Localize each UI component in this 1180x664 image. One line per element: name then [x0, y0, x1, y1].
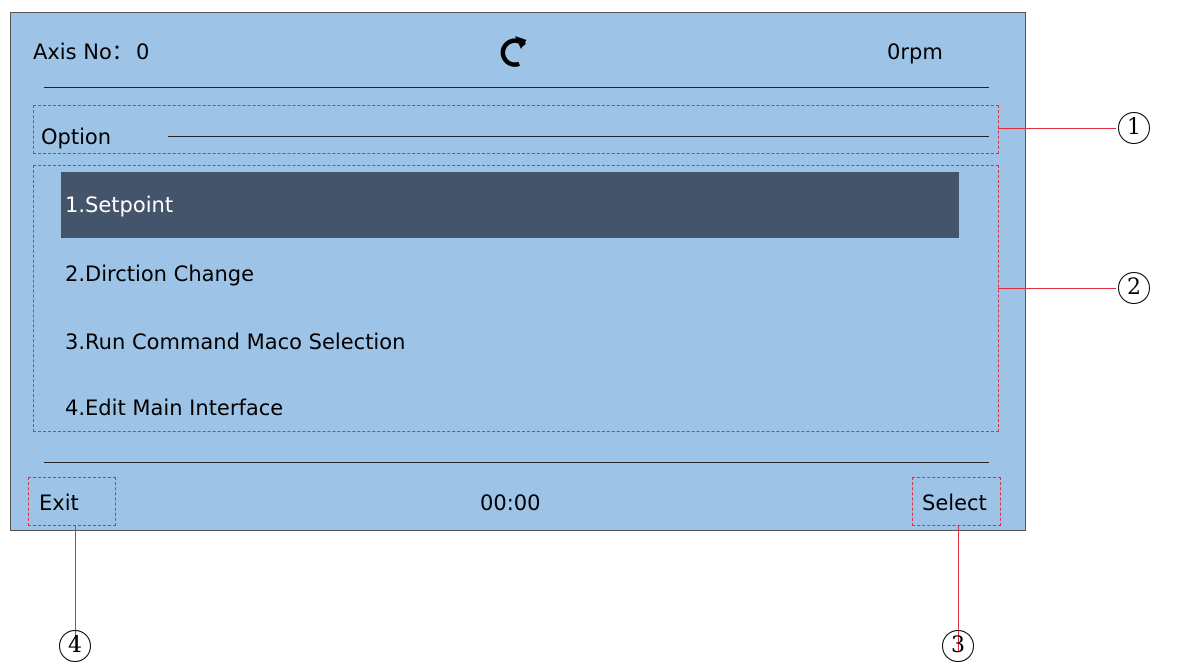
- exit-button[interactable]: Exit: [39, 493, 79, 514]
- option-title: Option: [41, 125, 112, 149]
- callout-1-leader: [998, 128, 1116, 129]
- menu-item-label: 2.Dirction Change: [65, 262, 255, 286]
- device-screen: Axis No： 0 0rpm Option 1.Setpoint 2.Dirc…: [10, 12, 1026, 531]
- axis-number-label: Axis No：: [33, 40, 133, 64]
- axis-number-value: 0: [136, 40, 150, 64]
- option-title-rule: [168, 136, 989, 137]
- clock-readout: 00:00: [480, 491, 541, 515]
- callout-2-leader: [998, 288, 1116, 289]
- menu-item-label: 3.Run Command Maco Selection: [65, 330, 406, 354]
- select-button[interactable]: Select: [922, 493, 987, 514]
- menu-item-edit-main-interface[interactable]: 4.Edit Main Interface: [61, 375, 959, 441]
- menu-item-label: 1.Setpoint: [65, 193, 174, 217]
- rotation-clockwise-icon: [497, 35, 531, 69]
- speed-readout: 0rpm: [887, 40, 943, 64]
- callout-4-marker: 4: [59, 630, 91, 662]
- callout-1-marker: 1: [1118, 112, 1150, 144]
- menu-item-label: 4.Edit Main Interface: [65, 396, 284, 420]
- callout-2-marker: 2: [1118, 272, 1150, 304]
- footer-divider: [44, 462, 989, 463]
- option-bar-highlight-box: [33, 105, 999, 154]
- header-divider: [44, 87, 989, 88]
- menu-item-direction-change[interactable]: 2.Dirction Change: [61, 241, 959, 307]
- menu-item-run-command-macro[interactable]: 3.Run Command Maco Selection: [61, 309, 959, 375]
- callout-3-marker: 3: [942, 630, 974, 662]
- menu-item-setpoint[interactable]: 1.Setpoint: [61, 172, 959, 238]
